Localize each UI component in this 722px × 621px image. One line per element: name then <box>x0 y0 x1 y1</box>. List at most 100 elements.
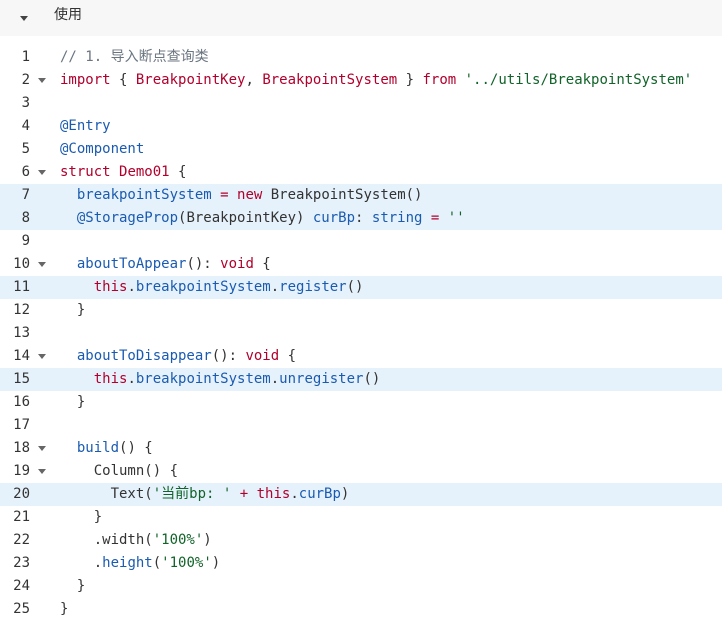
code-token: ) <box>203 532 212 548</box>
line-number: 8 <box>21 210 30 226</box>
code-text: .height('100%') <box>60 552 220 575</box>
code-token: aboutToDisappear <box>76 348 212 364</box>
line-number: 15 <box>13 371 30 387</box>
code-token: BreakpointKey <box>135 72 246 88</box>
line-number: 7 <box>21 187 30 203</box>
code-token: ) <box>211 555 221 571</box>
code-token: curBp <box>298 486 341 502</box>
code-token: unregister <box>279 371 364 387</box>
code-text: @Entry <box>60 115 111 138</box>
code-text: } <box>60 299 85 322</box>
code-token: @Component <box>60 141 145 157</box>
fold-arrow-icon[interactable] <box>37 353 47 361</box>
code-text: this.breakpointSystem.unregister() <box>60 368 381 391</box>
code-token: new <box>237 187 263 203</box>
line-number: 4 <box>21 118 30 134</box>
fold-arrow-icon[interactable] <box>37 77 47 85</box>
code-text: struct Demo01 { <box>60 161 186 184</box>
code-text: breakpointSystem = new BreakpointSystem(… <box>60 184 423 207</box>
fold-arrow-icon[interactable] <box>37 468 47 476</box>
code-token: { <box>169 164 187 180</box>
code-token: } <box>60 509 103 525</box>
section-title: 使用 <box>54 7 82 23</box>
code-text: aboutToDisappear(): void { <box>60 345 296 368</box>
code-line: 10 aboutToAppear(): void { <box>0 253 722 276</box>
code-text: @StorageProp(BreakpointKey) curBp: strin… <box>60 207 465 230</box>
code-token: { <box>110 72 136 88</box>
code-token: this <box>93 371 128 387</box>
fold-arrow-icon[interactable] <box>37 169 47 177</box>
code-token: . <box>270 371 280 387</box>
code-text: } <box>60 391 85 414</box>
line-number: 17 <box>13 417 30 433</box>
code-token: Text( <box>60 486 153 502</box>
code-token: struct <box>60 164 111 180</box>
code-token: from <box>422 72 457 88</box>
code-token: string <box>371 210 423 226</box>
line-number: 1 <box>21 49 30 65</box>
code-token: void <box>245 348 280 364</box>
code-token: '../utils/BreakpointSystem' <box>464 72 693 88</box>
code-token: breakpointSystem <box>135 279 271 295</box>
code-token: aboutToAppear <box>76 256 187 272</box>
code-token: this <box>256 486 291 502</box>
code-token: Column() { <box>60 463 179 479</box>
code-line: 21 } <box>0 506 722 529</box>
line-number: 18 <box>13 440 30 456</box>
fold-arrow-icon[interactable] <box>37 261 47 269</box>
line-number: 13 <box>13 325 30 341</box>
code-token: void <box>220 256 254 272</box>
fold-arrow-icon[interactable] <box>37 445 47 453</box>
code-token: } <box>60 601 69 617</box>
code-text: } <box>60 575 85 598</box>
code-text: import { BreakpointKey, BreakpointSystem… <box>60 69 692 92</box>
code-token: (): <box>186 256 221 272</box>
line-number: 23 <box>13 555 30 571</box>
code-line: 9 <box>0 230 722 253</box>
line-number: 2 <box>21 72 30 88</box>
code-line: 12 } <box>0 299 722 322</box>
code-line: 1 // 1. 导入断点查询类 <box>0 46 722 69</box>
line-number: 6 <box>21 164 30 180</box>
code-line: 7 breakpointSystem = new BreakpointSyste… <box>0 184 722 207</box>
code-token: : <box>355 210 372 226</box>
line-number: 3 <box>21 95 30 111</box>
code-text: Text('当前bp: ' + this.curBp) <box>60 483 350 506</box>
code-token: ) <box>340 486 350 502</box>
code-text: @Component <box>60 138 144 161</box>
code-line: 19 Column() { <box>0 460 722 483</box>
line-number: 19 <box>13 463 30 479</box>
code-line: 20 Text('当前bp: ' + this.curBp) <box>0 483 722 506</box>
code-token: . <box>270 279 280 295</box>
code-line: 5 @Component <box>0 138 722 161</box>
code-token: // 1. 导入断点查询类 <box>60 49 209 65</box>
code-token: BreakpointSystem <box>262 72 398 88</box>
code-token: breakpointSystem <box>76 187 212 203</box>
code-line: 6 struct Demo01 { <box>0 161 722 184</box>
code-token: register <box>279 279 347 295</box>
code-token: = <box>220 187 229 203</box>
code-line: 22 .width('100%') <box>0 529 722 552</box>
code-text: // 1. 导入断点查询类 <box>60 46 209 69</box>
code-token: @Entry <box>60 118 111 134</box>
code-token: .width( <box>60 532 153 548</box>
code-line: 14 aboutToDisappear(): void { <box>0 345 722 368</box>
line-number: 22 <box>13 532 30 548</box>
line-number: 5 <box>21 141 30 157</box>
line-number: 21 <box>13 509 30 525</box>
code-token: ( <box>152 555 162 571</box>
code-token: { <box>279 348 297 364</box>
code-token: . <box>290 486 299 502</box>
chevron-down-icon[interactable] <box>18 12 30 24</box>
code-block-header: 使用 <box>0 0 722 36</box>
code-token: '100%' <box>152 532 204 548</box>
code-token: @StorageProp <box>76 210 179 226</box>
